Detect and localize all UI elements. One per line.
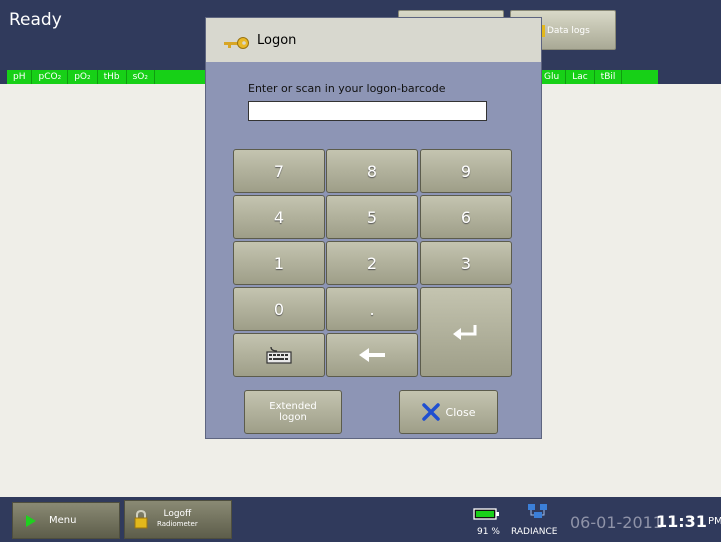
barcode-input[interactable]: [248, 101, 487, 121]
keyboard-icon: [266, 346, 292, 364]
ampm-display: PM: [708, 516, 721, 527]
key-7[interactable]: 7: [233, 149, 325, 193]
enter-icon: [453, 325, 477, 340]
key-icon: [224, 37, 249, 49]
extended-logon-button[interactable]: Extended logon: [244, 390, 342, 434]
battery-percent: 91 %: [477, 527, 500, 537]
key-9[interactable]: 9: [420, 149, 512, 193]
param-thb: tHb: [98, 70, 127, 84]
date-display: 06-01-2011: [570, 513, 663, 532]
key-8[interactable]: 8: [326, 149, 418, 193]
key-dot[interactable]: .: [326, 287, 418, 331]
param-tbil: tBil: [595, 70, 623, 84]
battery-icon: [473, 508, 499, 520]
logoff-sub-text: Radiometer: [157, 520, 198, 528]
key-4[interactable]: 4: [233, 195, 325, 239]
logoff-text: Logoff: [163, 509, 192, 519]
param-so2: sO₂: [127, 70, 155, 84]
logon-dialog: Logon Enter or scan in your logon-barcod…: [205, 17, 542, 439]
logoff-button[interactable]: Logoff Radiometer: [124, 500, 232, 539]
logoff-label: Logoff Radiometer: [157, 509, 198, 529]
param-lac: Lac: [566, 70, 595, 84]
keyboard-key[interactable]: [233, 333, 325, 377]
data-logs-label: Data logs: [547, 26, 590, 36]
footer-bar: Menu Logoff Radiometer 91 % RADIANCE 06-…: [0, 497, 721, 542]
menu-button[interactable]: Menu: [12, 502, 120, 539]
param-po2: pO₂: [68, 70, 98, 84]
key-3[interactable]: 3: [420, 241, 512, 285]
key-2[interactable]: 2: [326, 241, 418, 285]
status-title: Ready: [9, 10, 62, 30]
param-glu: Glu: [538, 70, 567, 84]
parameter-bar-right: Glu Lac tBil: [538, 70, 658, 84]
network-label: RADIANCE: [511, 527, 558, 537]
key-1[interactable]: 1: [233, 241, 325, 285]
extended-logon-label: Extended logon: [269, 401, 317, 423]
enter-key[interactable]: [420, 287, 512, 377]
parameter-bar-left: pH pCO₂ pO₂ tHb sO₂: [7, 70, 207, 84]
logon-prompt: Enter or scan in your logon-barcode: [248, 82, 446, 95]
network-icon: [528, 504, 547, 518]
menu-label: Menu: [49, 515, 77, 526]
backspace-arrow-icon: [359, 348, 385, 362]
backspace-key[interactable]: [326, 333, 418, 377]
key-5[interactable]: 5: [326, 195, 418, 239]
close-x-icon: [421, 403, 440, 421]
padlock-icon: [134, 510, 148, 529]
dialog-titlebar: Logon: [206, 18, 541, 62]
play-triangle-icon: [26, 514, 36, 527]
time-display: 11:31: [656, 512, 707, 531]
key-0[interactable]: 0: [233, 287, 325, 331]
dialog-title: Logon: [257, 33, 297, 48]
param-ph: pH: [7, 70, 33, 84]
close-label: Close: [445, 405, 476, 419]
param-pco2: pCO₂: [32, 70, 69, 84]
key-6[interactable]: 6: [420, 195, 512, 239]
close-button[interactable]: Close: [399, 390, 498, 434]
